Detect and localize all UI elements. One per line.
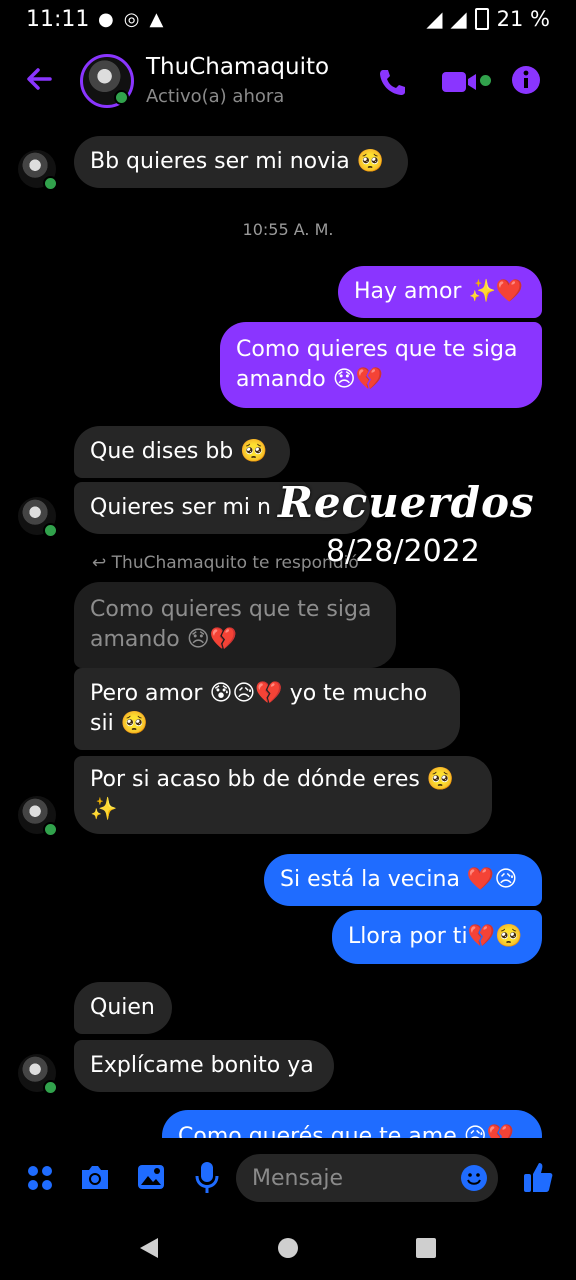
online-indicator — [43, 176, 58, 191]
message-bubble-incoming[interactable]: Explícame bonito ya — [74, 1040, 334, 1092]
presence-status: Activo(a) ahora — [146, 86, 285, 107]
status-bar: 11:11 ● ◎ ▲ ◢ ◢ 21 % — [0, 0, 576, 40]
message-bubble-incoming[interactable]: Pero amor 😰😥💔 yo te mucho sii 🥺 — [74, 668, 460, 750]
info-icon[interactable] — [510, 64, 542, 96]
phone-icon[interactable] — [376, 66, 408, 98]
message-bubble-outgoing[interactable]: Hay amor ✨❤️ — [338, 266, 542, 318]
thumbs-up-icon[interactable] — [522, 1160, 554, 1194]
gallery-icon[interactable] — [136, 1162, 166, 1192]
messenger-icon: ● — [98, 9, 114, 30]
online-indicator — [43, 1080, 58, 1095]
apps-grid-icon[interactable] — [26, 1164, 54, 1192]
contact-name[interactable]: ThuChamaquito — [146, 54, 329, 80]
message-bubble-incoming[interactable]: Que dises bb 🥺 — [74, 426, 290, 478]
message-timestamp: 10:55 A. M. — [242, 220, 334, 239]
warning-icon: ▲ — [149, 9, 164, 30]
nav-recents-icon[interactable] — [416, 1238, 436, 1258]
video-active-dot — [480, 75, 491, 86]
composer-bar: Mensaje — [0, 1148, 576, 1206]
scroll-clip: Como querés que te ame 😥💔 — [0, 1110, 576, 1138]
system-navigation-bar — [0, 1224, 576, 1280]
message-input-placeholder: Mensaje — [252, 1166, 344, 1191]
microphone-icon[interactable] — [194, 1160, 220, 1194]
reply-indicator: ↩ ThuChamaquito te respondió — [92, 553, 359, 573]
online-indicator — [114, 90, 129, 105]
message-bubble-incoming[interactable]: Por si acaso bb de dónde eres 🥺✨ — [74, 756, 492, 834]
status-right: ◢ ◢ 21 % — [426, 7, 550, 31]
message-bubble-outgoing[interactable]: Como querés que te ame 😥💔 — [162, 1110, 542, 1138]
video-call-icon[interactable] — [440, 68, 480, 96]
back-arrow-icon[interactable] — [22, 62, 56, 96]
quoted-message[interactable]: Como quieres que te siga amando 😞💔 — [74, 582, 396, 668]
message-bubble-incoming[interactable]: Quien — [74, 982, 172, 1034]
overlay-date: 8/28/2022 — [326, 534, 480, 569]
nav-back-icon[interactable] — [138, 1236, 160, 1260]
message-bubble-outgoing[interactable]: Llora por ti💔🥺 — [332, 910, 542, 964]
message-bubble-outgoing[interactable]: Como quieres que te siga amando 😞💔 — [220, 322, 542, 408]
online-indicator — [43, 822, 58, 837]
wifi-icon: ◢ — [426, 7, 443, 31]
nav-home-icon[interactable] — [278, 1238, 298, 1258]
status-time: 11:11 — [26, 7, 90, 32]
battery-icon — [474, 8, 489, 30]
signal-icon: ◢ — [450, 7, 467, 31]
reply-icon: ↩ — [92, 553, 107, 573]
message-bubble-outgoing[interactable]: Si está la vecina ❤️😥 — [264, 854, 542, 906]
message-bubble-incoming[interactable]: Bb quieres ser mi novia 🥺 — [74, 136, 408, 188]
chat-header: ThuChamaquito Activo(a) ahora — [0, 44, 576, 116]
online-indicator — [43, 523, 58, 538]
emoji-icon[interactable] — [460, 1164, 488, 1192]
notification-icons: ● ◎ ▲ — [98, 9, 163, 30]
message-input[interactable]: Mensaje — [236, 1154, 498, 1202]
camera-icon[interactable] — [78, 1162, 112, 1192]
settings-icon: ◎ — [123, 9, 140, 30]
battery-level: 21 % — [496, 7, 550, 31]
overlay-title: Recuerdos — [278, 478, 535, 527]
